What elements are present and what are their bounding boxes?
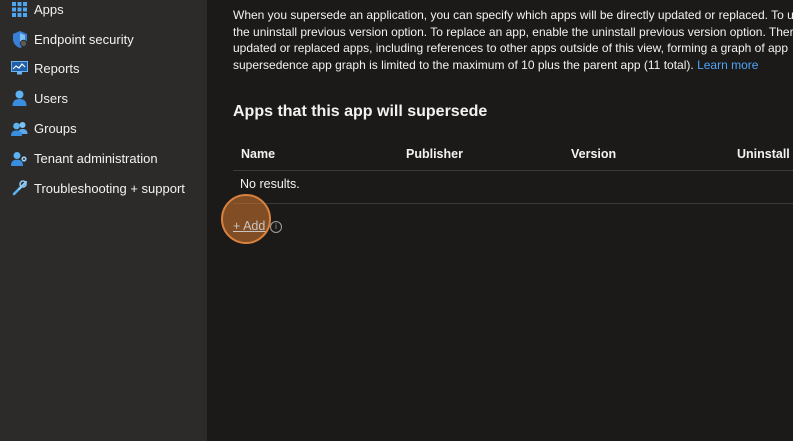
- sidebar-item-label: Groups: [34, 120, 77, 136]
- add-button[interactable]: + Add: [233, 219, 265, 233]
- reports-monitor-icon: [11, 60, 28, 77]
- apps-grid-icon: [11, 1, 28, 18]
- sidebar-item-label: Endpoint security: [34, 31, 134, 47]
- groups-icon: [11, 120, 28, 137]
- column-header-version[interactable]: Version: [571, 147, 616, 161]
- user-icon: [11, 90, 28, 107]
- column-header-name[interactable]: Name: [241, 147, 275, 161]
- sidebar-item-tenant-administration[interactable]: Tenant administration: [11, 146, 158, 170]
- sidebar-item-reports[interactable]: Reports: [11, 56, 80, 80]
- description-line: supersedence app graph is limited to the…: [233, 57, 793, 74]
- sidebar-item-label: Tenant administration: [34, 150, 158, 166]
- tenant-admin-icon: [11, 150, 28, 167]
- sidebar-item-groups[interactable]: Groups: [11, 116, 77, 140]
- sidebar-item-label: Troubleshooting + support: [34, 180, 185, 196]
- empty-table-message: No results.: [240, 177, 300, 191]
- shield-icon: [11, 30, 28, 48]
- column-header-uninstall[interactable]: Uninstall p: [737, 147, 793, 161]
- wrench-icon: [11, 180, 28, 197]
- description-line: When you supersede an application, you c…: [233, 8, 793, 22]
- supersedence-description: When you supersede an application, you c…: [233, 7, 793, 73]
- sidebar-item-apps[interactable]: Apps: [11, 0, 64, 21]
- table-header: Name Publisher Version Uninstall p: [233, 140, 793, 171]
- table-row-divider: [233, 203, 793, 204]
- main-content: When you supersede an application, you c…: [207, 0, 793, 441]
- sidebar-nav: Apps Endpoint security Reports Users Gro…: [0, 0, 207, 441]
- description-text: supersedence app graph is limited to the…: [233, 57, 694, 72]
- sidebar-item-label: Users: [34, 90, 68, 106]
- description-line: the uninstall previous version option. T…: [233, 24, 793, 39]
- sidebar-item-troubleshooting-support[interactable]: Troubleshooting + support: [11, 176, 185, 200]
- info-icon[interactable]: i: [270, 221, 282, 233]
- sidebar-item-endpoint-security[interactable]: Endpoint security: [11, 27, 134, 51]
- description-line: updated or replaced apps, including refe…: [233, 41, 789, 55]
- column-header-publisher[interactable]: Publisher: [406, 147, 463, 161]
- sidebar-item-label: Reports: [34, 60, 80, 76]
- sidebar-item-label: Apps: [34, 1, 64, 17]
- learn-more-link[interactable]: Learn more: [697, 58, 758, 72]
- section-title: Apps that this app will supersede: [233, 103, 488, 120]
- sidebar-item-users[interactable]: Users: [11, 86, 68, 110]
